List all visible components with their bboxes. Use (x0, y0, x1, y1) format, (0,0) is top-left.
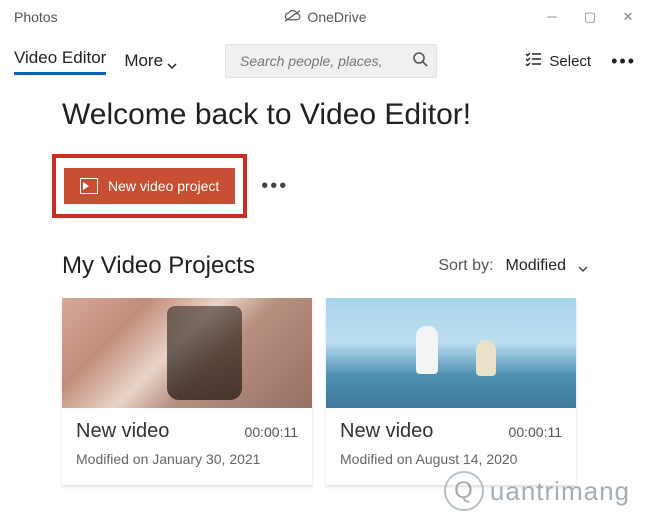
cloud-off-icon (283, 9, 301, 26)
new-project-highlight: New video project (52, 154, 247, 218)
window-controls: ─ ▢ ✕ (544, 9, 642, 25)
project-thumbnail (62, 298, 312, 408)
more-menu[interactable]: More (124, 51, 177, 71)
more-label: More (124, 51, 163, 71)
project-card[interactable]: New video 00:00:11 Modified on August 14… (326, 298, 576, 485)
chevron-down-icon (167, 56, 177, 66)
select-button[interactable]: Select (525, 52, 591, 70)
select-label: Select (549, 53, 591, 70)
project-title: New video (76, 420, 245, 443)
project-modified: Modified on August 14, 2020 (340, 451, 562, 467)
search-icon[interactable] (412, 51, 428, 72)
project-modified: Modified on January 30, 2021 (76, 451, 298, 467)
minimize-button[interactable]: ─ (544, 9, 560, 25)
onedrive-status[interactable]: OneDrive (283, 9, 366, 26)
section-title: My Video Projects (62, 252, 255, 280)
sort-dropdown[interactable]: Sort by: Modified (438, 257, 588, 275)
project-options-button[interactable]: ••• (261, 175, 288, 198)
onedrive-label: OneDrive (307, 9, 366, 25)
select-list-icon (525, 52, 541, 70)
new-video-project-button[interactable]: New video project (64, 168, 235, 204)
project-list: New video 00:00:11 Modified on January 3… (62, 298, 636, 485)
welcome-heading: Welcome back to Video Editor! (62, 98, 636, 132)
project-duration: 00:00:11 (245, 424, 298, 440)
app-title: Photos (14, 9, 58, 25)
chevron-down-icon (578, 261, 588, 271)
more-options-button[interactable]: ••• (611, 51, 636, 72)
sort-label: Sort by: (438, 257, 493, 275)
toolbar: Video Editor More Select ••• (0, 34, 650, 94)
search-box[interactable] (225, 44, 437, 78)
project-thumbnail (326, 298, 576, 408)
video-project-icon (80, 178, 98, 194)
sort-value: Modified (506, 257, 566, 275)
search-input[interactable] (238, 52, 412, 70)
close-button[interactable]: ✕ (620, 9, 636, 25)
title-bar: Photos OneDrive ─ ▢ ✕ (0, 0, 650, 34)
project-duration: 00:00:11 (509, 424, 562, 440)
maximize-button[interactable]: ▢ (582, 9, 598, 25)
new-video-project-label: New video project (108, 178, 219, 194)
project-card[interactable]: New video 00:00:11 Modified on January 3… (62, 298, 312, 485)
project-title: New video (340, 420, 509, 443)
tab-video-editor[interactable]: Video Editor (14, 48, 106, 75)
